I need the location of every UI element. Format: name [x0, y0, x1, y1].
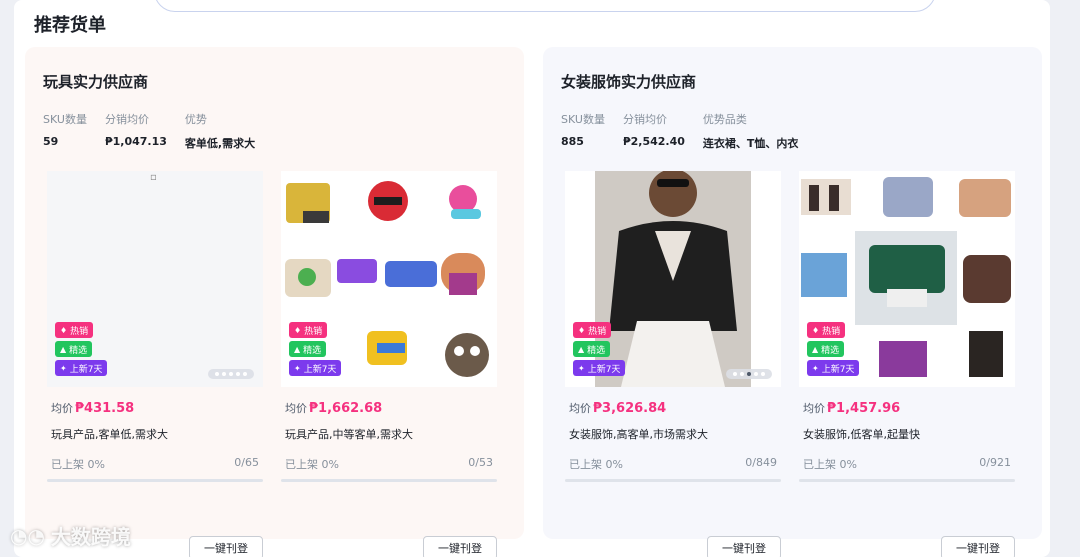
one-click-list-button[interactable]: 一键刊登 — [707, 536, 781, 557]
sparkle-icon: ✦ — [60, 363, 67, 373]
price-row: 均价 ₱1,662.68 — [285, 401, 383, 416]
product-card[interactable]: ♦ 热销 ▲ 精选 ✦ 上新7天 均价 ₱1,457.96 女装服饰,低客单,起量快 已… — [799, 171, 1015, 557]
product-desc: 女装服饰,低客单,起量快 — [803, 428, 920, 441]
price-row: 均价 ₱1,457.96 — [803, 401, 901, 416]
listed-progress — [47, 479, 263, 482]
sparkle-icon: ✦ — [294, 363, 301, 373]
hot-badge: ♦ 热销 — [573, 322, 612, 338]
avg-price: ₱1,662.68 — [309, 401, 383, 416]
logo-icon: ◔◔ — [10, 523, 45, 548]
stat-sku: SKU数量 885 — [561, 113, 605, 148]
panel-stats: SKU数量 59 分销均价 ₱1,047.13 优势 客单低,需求大 — [43, 111, 255, 151]
panel-stats: SKU数量 885 分销均价 ₱2,542.40 优势品类 连衣裙、T恤、内衣 — [561, 111, 798, 151]
one-click-list-button[interactable]: 一键刊登 — [423, 536, 497, 557]
thumbs-up-icon: ▲ — [578, 344, 585, 354]
stat-sku: SKU数量 59 — [43, 113, 87, 148]
broken-image-icon: ▫ — [150, 172, 157, 183]
new-badge: ✦ 上新7天 — [55, 360, 108, 376]
badge-list: ♦ 热销 ▲ 精选 ✦ 上新7天 — [55, 322, 108, 379]
product-card[interactable]: ♦ 热销 ▲ 精选 ✦ 上新7天 均价 ₱1,662.68 玩具产品,中等客单,需求大 … — [281, 171, 497, 557]
product-card[interactable]: ♦ 热销 ▲ 精选 ✦ 上新7天 均价 ₱3,626.84 女装服饰,高客单,市场需求大… — [565, 171, 781, 557]
badge-list: ♦ 热销 ▲ 精选 ✦ 上新7天 — [807, 322, 860, 379]
avg-price: ₱431.58 — [75, 401, 135, 416]
one-click-list-button[interactable]: 一键刊登 — [941, 536, 1015, 557]
price-row: 均价 ₱431.58 — [51, 401, 135, 416]
listed-row: 已上架 0% 0/921 — [803, 456, 1011, 471]
pick-badge: ▲ 精选 — [289, 341, 327, 357]
listed-progress — [565, 479, 781, 482]
listed-progress — [281, 479, 497, 482]
listed-row: 已上架 0% 0/65 — [51, 456, 259, 471]
carousel-dots[interactable] — [726, 369, 772, 379]
one-click-list-button[interactable]: 一键刊登 — [189, 536, 263, 557]
product-desc: 玩具产品,客单低,需求大 — [51, 428, 168, 441]
new-badge: ✦ 上新7天 — [807, 360, 860, 376]
stat-advantage: 优势 客单低,需求大 — [184, 113, 256, 150]
hot-badge: ♦ 热销 — [807, 322, 846, 338]
fire-icon: ♦ — [294, 325, 302, 335]
new-badge: ✦ 上新7天 — [573, 360, 626, 376]
fire-icon: ♦ — [578, 325, 586, 335]
page: 推荐货单 玩具实力供应商 SKU数量 59 分销均价 ₱1,047.13 优势 … — [14, 0, 1050, 557]
carousel-dots[interactable] — [208, 369, 254, 379]
avg-price: ₱3,626.84 — [593, 401, 667, 416]
listed-row: 已上架 0% 0/53 — [285, 456, 493, 471]
listed-count: 0/921 — [979, 456, 1011, 469]
stat-avg-price: 分销均价 ₱2,542.40 — [622, 113, 685, 148]
pick-badge: ▲ 精选 — [573, 341, 611, 357]
pick-badge: ▲ 精选 — [807, 341, 845, 357]
thumbs-up-icon: ▲ — [294, 344, 301, 354]
product-image[interactable]: ♦ 热销 ▲ 精选 ✦ 上新7天 — [799, 171, 1015, 387]
section-title: 推荐货单 — [34, 15, 106, 36]
sparkle-icon: ✦ — [812, 363, 819, 373]
stat-avg-price: 分销均价 ₱1,047.13 — [104, 113, 167, 148]
product-image[interactable]: ♦ 热销 ▲ 精选 ✦ 上新7天 — [281, 171, 497, 387]
listed-progress — [799, 479, 1015, 482]
new-badge: ✦ 上新7天 — [289, 360, 342, 376]
listed-count: 0/849 — [745, 456, 777, 469]
product-image[interactable]: ▫ ♦ 热销 ▲ 精选 ✦ 上新7天 — [47, 171, 263, 387]
supplier-panel-fashion: 女装服饰实力供应商 SKU数量 885 分销均价 ₱2,542.40 优势品类 … — [543, 47, 1042, 557]
badge-list: ♦ 热销 ▲ 精选 ✦ 上新7天 — [289, 322, 342, 379]
panel-title: 女装服饰实力供应商 — [561, 73, 697, 91]
listed-count: 0/65 — [234, 456, 259, 469]
sparkle-icon: ✦ — [578, 363, 585, 373]
product-card[interactable]: ▫ ♦ 热销 ▲ 精选 ✦ 上新7天 均价 ₱431.58 玩具产品,客单低,需求大 已… — [47, 171, 263, 557]
badge-list: ♦ 热销 ▲ 精选 ✦ 上新7天 — [573, 322, 626, 379]
watermark-logo: ◔◔ 大数跨境 — [10, 523, 131, 550]
fire-icon: ♦ — [812, 325, 820, 335]
product-image[interactable]: ♦ 热销 ▲ 精选 ✦ 上新7天 — [565, 171, 781, 387]
price-row: 均价 ₱3,626.84 — [569, 401, 667, 416]
hot-badge: ♦ 热销 — [55, 322, 94, 338]
product-desc: 女装服饰,高客单,市场需求大 — [569, 428, 708, 441]
search-bar[interactable] — [154, 0, 936, 12]
hot-badge: ♦ 热销 — [289, 322, 328, 338]
supplier-panel-toys: 玩具实力供应商 SKU数量 59 分销均价 ₱1,047.13 优势 客单低,需… — [25, 47, 524, 557]
pick-badge: ▲ 精选 — [55, 341, 93, 357]
avg-price: ₱1,457.96 — [827, 401, 901, 416]
listed-count: 0/53 — [468, 456, 493, 469]
product-desc: 玩具产品,中等客单,需求大 — [285, 428, 413, 441]
fire-icon: ♦ — [60, 325, 68, 335]
thumbs-up-icon: ▲ — [812, 344, 819, 354]
thumbs-up-icon: ▲ — [60, 344, 67, 354]
stat-advantage-category: 优势品类 连衣裙、T恤、内衣 — [702, 113, 799, 150]
listed-row: 已上架 0% 0/849 — [569, 456, 777, 471]
panel-title: 玩具实力供应商 — [43, 73, 149, 91]
